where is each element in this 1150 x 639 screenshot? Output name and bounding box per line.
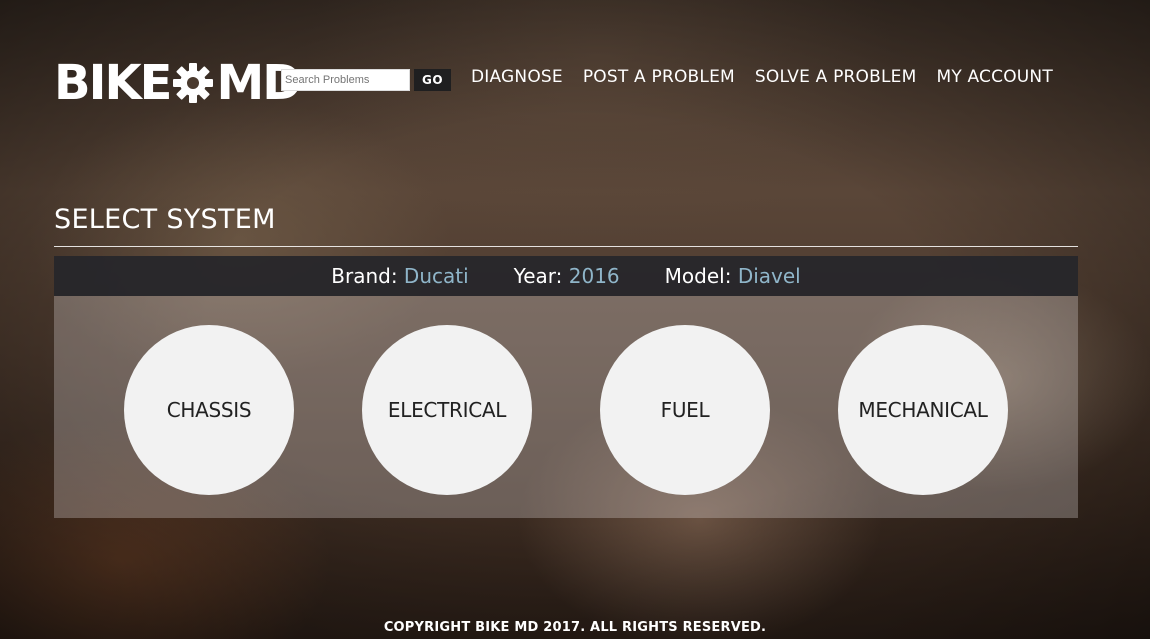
nav-diagnose[interactable]: DIAGNOSE xyxy=(471,67,563,87)
vehicle-model: Model: Diavel xyxy=(665,264,801,288)
vehicle-year: Year: 2016 xyxy=(514,264,620,288)
footer-copyright: COPYRIGHT BIKE MD 2017. ALL RIGHTS RESER… xyxy=(383,620,767,635)
system-chassis-button[interactable]: CHASSIS xyxy=(124,325,294,495)
search-input[interactable] xyxy=(281,69,410,91)
main-nav: DIAGNOSE POST A PROBLEM SOLVE A PROBLEM … xyxy=(471,67,1053,87)
logo-text-left: BIKE xyxy=(54,55,172,111)
year-value: 2016 xyxy=(568,264,620,288)
system-electrical-button[interactable]: ELECTRICAL xyxy=(362,325,532,495)
model-label: Model: xyxy=(664,264,732,288)
brand-value: Ducati xyxy=(403,264,469,288)
page-title: SELECT SYSTEM xyxy=(54,204,276,235)
brand-label: Brand: xyxy=(331,264,398,288)
nav-post-a-problem[interactable]: POST A PROBLEM xyxy=(583,67,735,87)
bikemd-logo[interactable]: BIKE MD xyxy=(54,55,302,111)
system-fuel-button[interactable]: FUEL xyxy=(600,325,770,495)
gear-icon xyxy=(171,61,215,105)
system-mechanical-button[interactable]: MECHANICAL xyxy=(838,325,1008,495)
search-form: GO xyxy=(281,69,451,91)
vehicle-brand: Brand: Ducati xyxy=(331,264,468,288)
vehicle-info-bar: Brand: Ducati Year: 2016 Model: Diavel xyxy=(54,256,1078,296)
year-label: Year: xyxy=(513,264,563,288)
nav-solve-a-problem[interactable]: SOLVE A PROBLEM xyxy=(755,67,917,87)
title-divider xyxy=(54,246,1078,247)
search-go-button[interactable]: GO xyxy=(414,69,451,91)
model-value: Diavel xyxy=(737,264,801,288)
nav-my-account[interactable]: MY ACCOUNT xyxy=(936,67,1052,87)
systems-panel: CHASSIS ELECTRICAL FUEL MECHANICAL xyxy=(54,296,1078,518)
